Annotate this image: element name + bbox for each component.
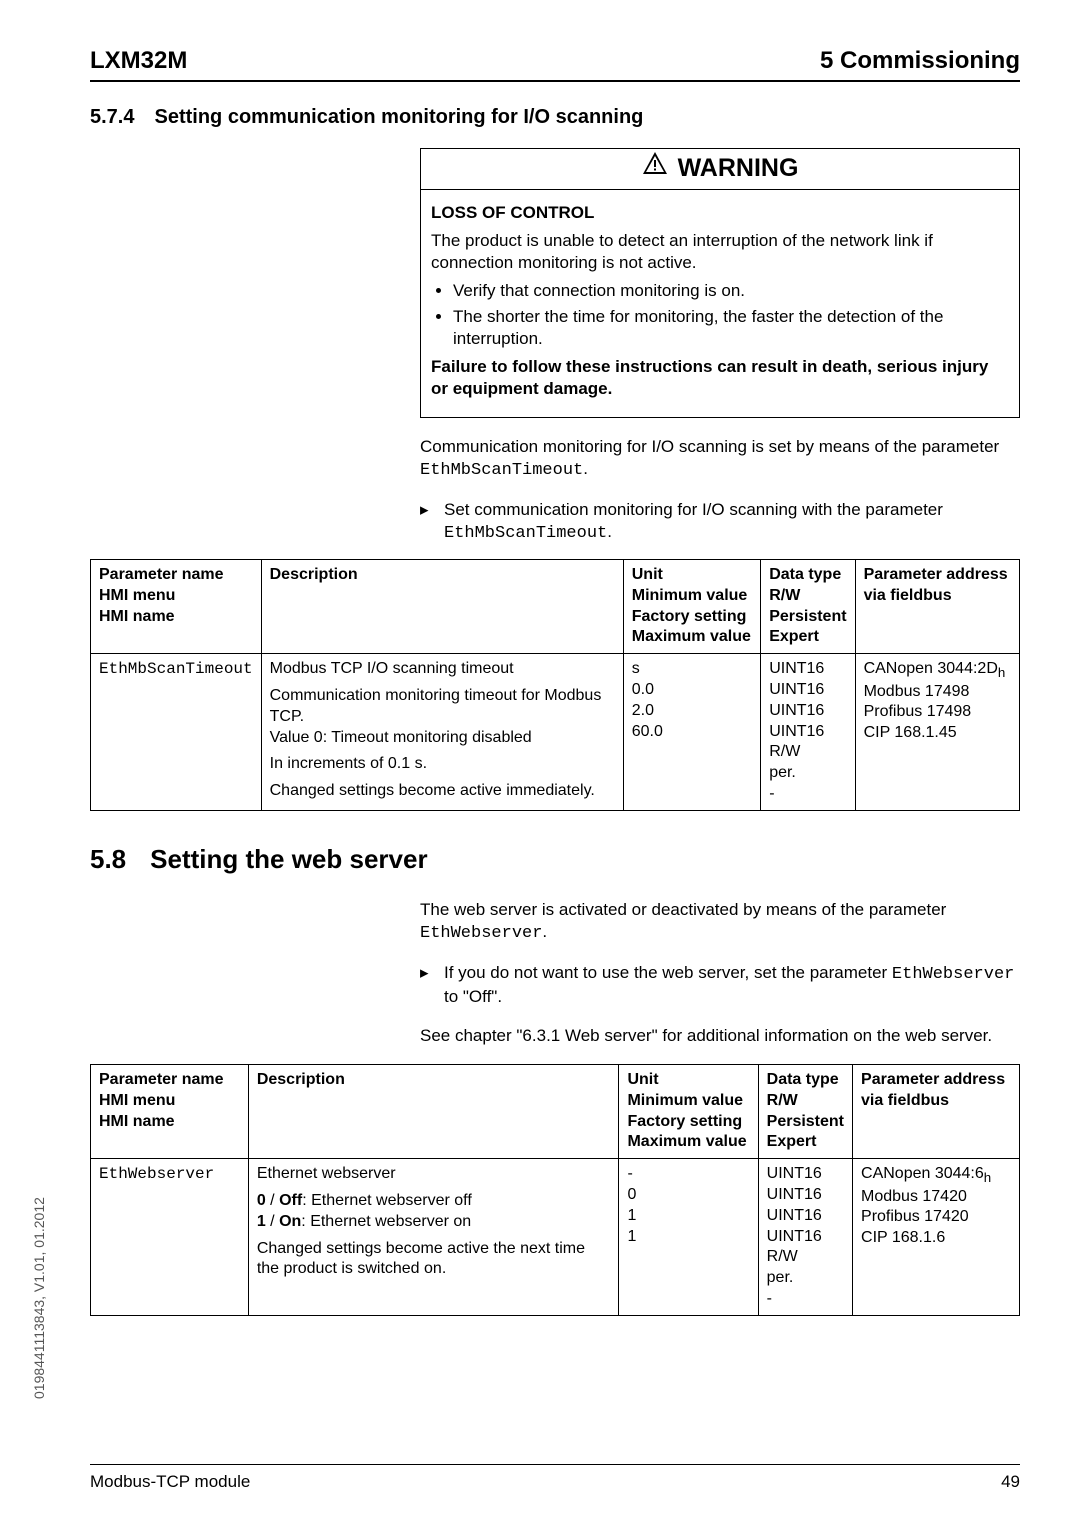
s58-para2: See chapter "6.3.1 Web server" for addit… [420,1025,1020,1047]
page-footer: Modbus-TCP module 49 [90,1464,1020,1493]
warning-block: WARNING LOSS OF CONTROL The product is u… [420,148,1020,545]
warning-triangle-icon [642,151,668,184]
document-id-side: 0198441113843, V1.01, 01.2012 [30,1197,48,1399]
t1-h4: Data type R/W Persistent Expert [761,559,855,653]
table-row: EthWebserver Ethernet webserver 0 / Off:… [91,1159,1020,1316]
warning-title: WARNING [678,154,799,182]
header-right: 5 Commissioning [820,45,1020,76]
t1-r1c4: UINT16 UINT16 UINT16 UINT16 R/W per. - [761,654,855,811]
table-row: EthMbScanTimeout Modbus TCP I/O scanning… [91,654,1020,811]
warning-bullet-1: Verify that connection monitoring is on. [453,280,1009,302]
t2-h2: Description [248,1064,619,1158]
s574-para1: Communication monitoring for I/O scannin… [420,436,1020,482]
warning-header: WARNING [421,149,1019,190]
t1-h5: Parameter address via fieldbus [855,559,1019,653]
t1-h1: Parameter name HMI menu HMI name [91,559,262,653]
page-header: LXM32M 5 Commissioning [90,45,1020,82]
t1-r1c5: CANopen 3044:2Dh Modbus 17498 Profibus 1… [855,654,1019,811]
parameter-table-2: Parameter name HMI menu HMI name Descrip… [90,1064,1020,1316]
header-left: LXM32M [90,45,187,76]
footer-right: 49 [1001,1471,1020,1493]
t2-r1c1: EthWebserver [91,1159,249,1316]
t2-h3: Unit Minimum value Factory setting Maxim… [619,1064,758,1158]
parameter-table-1: Parameter name HMI menu HMI name Descrip… [90,559,1020,811]
warning-subtitle: LOSS OF CONTROL [431,202,1009,224]
section-58-heading: 5.8 Setting the web server [90,843,1020,877]
section-574-num: 5.7.4 [90,106,134,128]
t2-r1c3: - 0 1 1 [619,1159,758,1316]
section-58-title: Setting the web server [150,844,427,874]
page-content: LXM32M 5 Commissioning 5.7.4 Setting comm… [0,0,1080,1316]
warning-bullet-2: The shorter the time for monitoring, the… [453,306,1009,350]
footer-left: Modbus-TCP module [90,1471,250,1493]
t2-h4: Data type R/W Persistent Expert [758,1064,852,1158]
t1-r1c3: s 0.0 2.0 60.0 [623,654,760,811]
s58-para1: The web server is activated or deactivat… [420,899,1020,945]
section-574-title: Setting communication monitoring for I/O… [154,106,643,128]
t2-r1c4: UINT16 UINT16 UINT16 UINT16 R/W per. - [758,1159,852,1316]
section-574-heading: 5.7.4 Setting communication monitoring fo… [90,104,1020,130]
t1-h2: Description [261,559,623,653]
section-58-num: 5.8 [90,844,126,874]
t2-r1c2: Ethernet webserver 0 / Off: Ethernet web… [248,1159,619,1316]
t2-h1: Parameter name HMI menu HMI name [91,1064,249,1158]
t2-r1c5: CANopen 3044:6h Modbus 17420 Profibus 17… [853,1159,1020,1316]
s58-action1: If you do not want to use the web server… [420,962,1020,1008]
t1-h3: Unit Minimum value Factory setting Maxim… [623,559,760,653]
warning-p2: Failure to follow these instructions can… [431,356,1009,400]
t1-r1c2: Modbus TCP I/O scanning timeout Communic… [261,654,623,811]
warning-p1: The product is unable to detect an inter… [431,230,1009,274]
t2-h5: Parameter address via fieldbus [853,1064,1020,1158]
s574-action1: Set communication monitoring for I/O sca… [420,499,1020,545]
t1-r1c1: EthMbScanTimeout [91,654,262,811]
